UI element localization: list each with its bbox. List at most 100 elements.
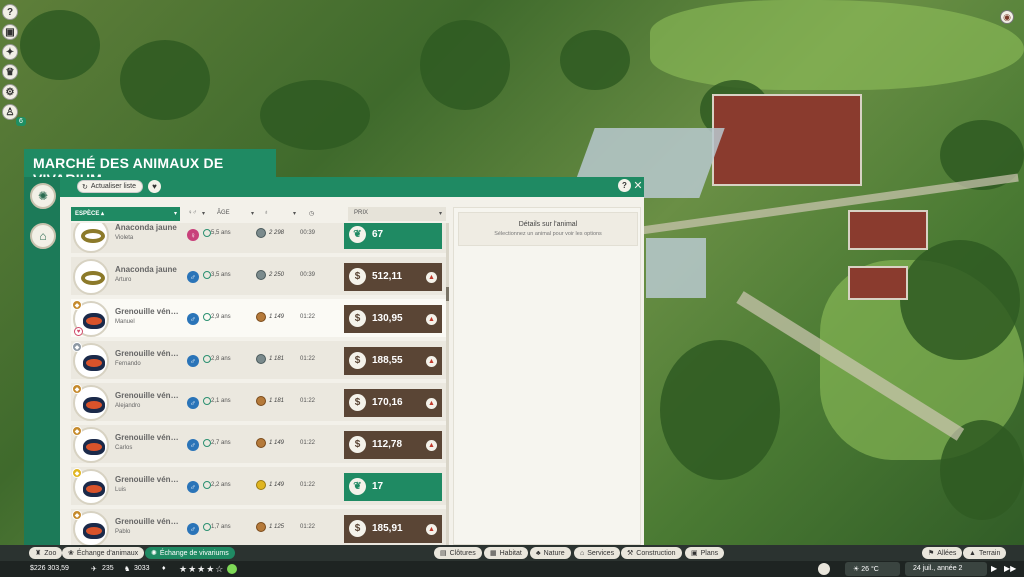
relatedness-filter-icon[interactable]: ▾ bbox=[293, 210, 296, 217]
tab-label: Construction bbox=[636, 549, 676, 557]
genetics-icon bbox=[256, 522, 266, 532]
buy-button[interactable]: $ 188,55 ▲ bbox=[344, 347, 442, 375]
zoo-icon[interactable]: ▣ bbox=[2, 24, 18, 40]
dollar-icon: $ bbox=[349, 394, 366, 411]
tab-vivarium-exchange[interactable]: ✺ Échange de vivariums bbox=[145, 547, 235, 559]
happiness-icon[interactable] bbox=[227, 564, 237, 574]
list-scrollbar[interactable] bbox=[446, 223, 449, 545]
species-sort-header[interactable]: ESPÈCE ▴ bbox=[71, 207, 180, 221]
tab-habitat[interactable]: ▦ Habitat bbox=[484, 547, 528, 559]
tab-zoo[interactable]: ♜ Zoo bbox=[29, 547, 63, 559]
animal-age: 2,7 ans bbox=[203, 439, 231, 447]
guest-count[interactable]: 235 bbox=[102, 565, 114, 572]
favorite-heart-icon[interactable]: ♥ bbox=[74, 327, 83, 336]
male-icon: ♂ bbox=[187, 313, 199, 325]
tab-terrain[interactable]: ▲ Terrain bbox=[963, 547, 1007, 559]
warning-icon: ▲ bbox=[426, 440, 437, 451]
panel-close-button[interactable]: ✕ bbox=[632, 178, 644, 193]
price-value: 512,11 bbox=[372, 271, 403, 282]
buy-button[interactable]: $ 170,16 ▲ bbox=[344, 389, 442, 417]
tab-construction[interactable]: ⚒ Construction bbox=[621, 547, 682, 559]
list-item[interactable]: Anaconda jaune Arturo ♂ 3,5 ans 2 250 00… bbox=[71, 257, 446, 297]
animal-species: Grenouille vén… bbox=[115, 433, 179, 442]
tab-blueprints[interactable]: ▣ Plans bbox=[685, 547, 725, 559]
list-item[interactable]: ◆ Grenouille vén… Alejandro ♂ 2,1 ans 1 … bbox=[71, 383, 446, 423]
animals-icon: ♞ bbox=[124, 566, 131, 573]
panel-title: MARCHÉ DES ANIMAUX DE VIVARIUM bbox=[24, 149, 276, 187]
fast-forward-icon[interactable]: ▶▶ bbox=[1004, 564, 1016, 573]
awards-icon[interactable]: ✦ bbox=[2, 44, 18, 60]
zoo-rating-stars[interactable]: ★★★★☆ bbox=[179, 564, 224, 575]
list-item[interactable]: ◆ Grenouille vén… Carlos ♂ 2,7 ans 1 149… bbox=[71, 425, 446, 465]
male-icon: ♂ bbox=[187, 271, 199, 283]
tab-services[interactable]: ⌂ Services bbox=[574, 547, 621, 559]
tab-animal-exchange[interactable]: ❀ Échange d'animaux bbox=[62, 547, 145, 559]
temperature-display: ☀ 26 °C bbox=[845, 562, 900, 576]
date-display: 24 juil., année 2 bbox=[905, 562, 987, 576]
camera-mode-icon[interactable]: ◉ bbox=[1000, 10, 1014, 24]
list-item[interactable]: ◆ ♥ Grenouille vén… Manuel ♂ 2,9 ans 1 1… bbox=[71, 299, 446, 339]
buy-button[interactable]: ❦ 67 bbox=[344, 223, 442, 249]
details-hint: Sélectionnez un animal pour voir les opt… bbox=[494, 231, 602, 237]
animal-species: Grenouille vén… bbox=[115, 475, 179, 484]
money-display[interactable]: $226 303,59 bbox=[30, 565, 69, 572]
rank-badge-icon: ◆ bbox=[72, 342, 82, 352]
guests-icon: ✈ bbox=[91, 566, 97, 573]
scrollbar-thumb[interactable] bbox=[446, 287, 449, 301]
nature-icon: ♣ bbox=[536, 549, 541, 557]
tab-barriers[interactable]: ▤ Clôtures bbox=[434, 547, 482, 559]
buy-button[interactable]: ❦ 17 bbox=[344, 473, 442, 501]
tab-nature[interactable]: ♣ Nature bbox=[530, 547, 571, 559]
buy-button[interactable]: $ 112,78 ▲ bbox=[344, 431, 442, 459]
vivarium-market-tab-icon[interactable]: ✺ bbox=[30, 183, 56, 209]
settings-icon[interactable]: ⚙ bbox=[2, 84, 18, 100]
conservation-credit-icon: ❦ bbox=[349, 226, 366, 243]
frog-icon bbox=[83, 313, 105, 329]
refresh-list-label: Actualiser liste bbox=[90, 183, 137, 190]
zoo-tab-icon: ♜ bbox=[35, 550, 42, 557]
construction-icon: ⚒ bbox=[627, 550, 634, 557]
offer-timer: 01:22 bbox=[300, 482, 316, 488]
age-column-header[interactable]: ÂGE bbox=[217, 210, 230, 216]
globe-icon[interactable] bbox=[818, 563, 830, 575]
list-item[interactable]: Anaconda jaune Violeta ♀ 5,5 ans 2 298 0… bbox=[71, 223, 446, 255]
barrier-icon: ▤ bbox=[440, 550, 447, 557]
offer-timer: 01:22 bbox=[300, 398, 316, 404]
trophy-icon[interactable]: ♛ bbox=[2, 64, 18, 80]
price-filter-icon[interactable]: ▾ bbox=[439, 210, 442, 217]
relatedness-column-icon[interactable]: ♁ bbox=[264, 210, 269, 216]
animal-count[interactable]: 3033 bbox=[134, 565, 150, 572]
tab-paths[interactable]: ⚑ Allées bbox=[922, 547, 963, 559]
list-item[interactable]: ◆ Grenouille vén… Fernando ♂ 2,8 ans 1 1… bbox=[71, 341, 446, 381]
list-item[interactable]: ◆ Grenouille vén… Pablo ♂ 1,7 ans 1 125 … bbox=[71, 509, 446, 545]
alert-icon[interactable]: ♦ bbox=[162, 565, 166, 572]
help-icon[interactable]: ? bbox=[2, 4, 18, 20]
animal-name: Arturo bbox=[115, 277, 132, 283]
animal-age: 1,7 ans bbox=[203, 523, 231, 531]
time-column-icon[interactable]: ◷ bbox=[309, 210, 314, 217]
tab-label: Allées bbox=[937, 549, 957, 557]
sex-column-icon[interactable]: ♀♂ bbox=[188, 210, 197, 216]
animal-name: Alejandro bbox=[115, 403, 141, 409]
list-item[interactable]: ◆ Grenouille vén… Luis ♂ 2,2 ans 1 149 0… bbox=[71, 467, 446, 507]
animal-relatedness: 1 149 bbox=[269, 482, 285, 488]
vivarium-storage-tab-icon[interactable]: ⌂ bbox=[30, 223, 56, 249]
warning-icon: ▲ bbox=[426, 524, 437, 535]
tab-label: Échange de vivariums bbox=[159, 549, 229, 557]
species-filter-icon[interactable]: ▾ bbox=[174, 210, 177, 217]
age-filter-icon[interactable]: ▾ bbox=[251, 210, 254, 217]
buy-button[interactable]: $ 185,91 ▲ bbox=[344, 515, 442, 543]
sex-filter-icon[interactable]: ▾ bbox=[202, 210, 205, 217]
play-icon[interactable]: ▶ bbox=[991, 564, 997, 573]
buy-button[interactable]: $ 130,95 ▲ bbox=[344, 305, 442, 333]
favorites-filter-icon[interactable]: ♥ bbox=[148, 180, 161, 193]
price-column-header[interactable]: PRIX ▾ bbox=[348, 207, 446, 221]
refresh-list-button[interactable]: ↻ Actualiser liste bbox=[77, 180, 144, 193]
offer-timer: 01:22 bbox=[300, 314, 316, 320]
panel-help-button[interactable]: ? bbox=[618, 179, 631, 192]
warning-icon: ▲ bbox=[426, 398, 437, 409]
paw-icon: ❀ bbox=[68, 550, 74, 557]
rank-badge-icon: ◆ bbox=[72, 468, 82, 478]
buy-button[interactable]: $ 512,11 ▲ bbox=[344, 263, 442, 291]
genetics-icon bbox=[256, 270, 266, 280]
